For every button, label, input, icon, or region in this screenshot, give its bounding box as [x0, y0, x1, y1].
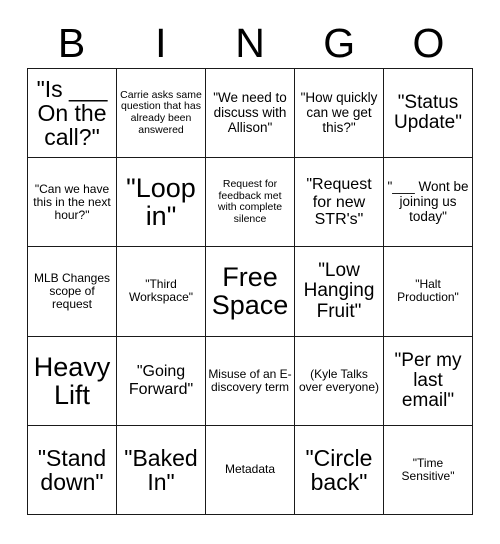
bingo-header-row: B I N G O — [27, 18, 473, 68]
bingo-cell-r2c5[interactable]: "___ Wont be joining us today" — [384, 158, 473, 248]
bingo-cell-label: "Low Hanging Fruit" — [303, 260, 380, 322]
bingo-cell-label: "___ Wont be joining us today" — [387, 179, 473, 224]
bingo-free-space-label: Free Space — [211, 262, 289, 321]
bingo-cell-r3c2[interactable]: "Third Workspace" — [117, 247, 206, 337]
bingo-cell-label: "How quickly can we get this?" — [300, 89, 382, 135]
bingo-cell-r5c3[interactable]: Metadata — [206, 425, 295, 515]
bingo-cell-label: "Stand down" — [37, 444, 113, 495]
bingo-cell-label: Metadata — [224, 462, 276, 477]
bingo-cell-label: Misuse of an E-discovery term — [208, 366, 292, 394]
bingo-cell-r5c2[interactable]: "Baked In" — [117, 425, 206, 515]
bingo-cell-free-space[interactable]: Free Space — [206, 247, 295, 337]
bingo-cell-r1c1[interactable]: "Is ___ On the call?" — [28, 69, 117, 159]
bingo-cell-r2c1[interactable]: "Can we have this in the next hour?" — [28, 158, 117, 248]
bingo-header-letter-b: B — [57, 19, 86, 66]
bingo-cell-label: "Circle back" — [305, 444, 379, 495]
bingo-cell-label: "Third Workspace" — [128, 277, 194, 305]
bingo-grid: "Is ___ On the call?" Carrie asks same q… — [27, 68, 473, 515]
bingo-header-letter-n: N — [235, 19, 265, 66]
bingo-header-letter-g: G — [323, 19, 356, 66]
bingo-cell-r4c5[interactable]: "Per my last email" — [384, 336, 473, 426]
bingo-cell-r4c1[interactable]: Heavy Lift — [28, 336, 117, 426]
bingo-cell-r2c2[interactable]: "Loop in" — [117, 158, 206, 248]
bingo-cell-label: "Loop in" — [126, 173, 204, 232]
bingo-cell-r4c3[interactable]: Misuse of an E-discovery term — [206, 336, 295, 426]
bingo-cell-r4c2[interactable]: "Going Forward" — [117, 336, 206, 426]
bingo-cell-r3c5[interactable]: "Halt Production" — [384, 247, 473, 337]
bingo-cell-r2c4[interactable]: "Request for new STR's" — [295, 158, 384, 248]
bingo-cell-r1c4[interactable]: "How quickly can we get this?" — [295, 69, 384, 159]
bingo-cell-label: "Can we have this in the next hour?" — [33, 181, 115, 222]
bingo-cell-label: "Halt Production" — [397, 277, 459, 305]
bingo-cell-label: "Per my last email" — [394, 349, 467, 411]
bingo-cell-label: Carrie asks same question that has alrea… — [120, 88, 205, 136]
bingo-header-letter-o: O — [412, 19, 445, 66]
bingo-cell-label: (Kyle Talks over everyone) — [298, 366, 380, 394]
bingo-cell-r1c2[interactable]: Carrie asks same question that has alrea… — [117, 69, 206, 159]
bingo-cell-label: "Is ___ On the call?" — [36, 75, 114, 151]
bingo-cell-r1c5[interactable]: "Status Update" — [384, 69, 473, 159]
bingo-cell-label: Heavy Lift — [33, 351, 111, 410]
bingo-cell-r5c4[interactable]: "Circle back" — [295, 425, 384, 515]
bingo-card: B I N G O "Is ___ On the call?" Carrie a… — [0, 0, 500, 544]
bingo-cell-r5c5[interactable]: "Time Sensitive" — [384, 425, 473, 515]
bingo-cell-r2c3[interactable]: Request for feedback met with complete s… — [206, 158, 295, 248]
bingo-header-letter-i: I — [155, 19, 167, 66]
bingo-cell-r3c4[interactable]: "Low Hanging Fruit" — [295, 247, 384, 337]
bingo-cell-label: "Request for new STR's" — [306, 176, 377, 228]
bingo-cell-r5c1[interactable]: "Stand down" — [28, 425, 117, 515]
bingo-cell-r4c4[interactable]: (Kyle Talks over everyone) — [295, 336, 384, 426]
bingo-cell-label: "Time Sensitive" — [401, 455, 455, 483]
bingo-cell-label: "Status Update" — [393, 91, 464, 134]
bingo-cell-r3c1[interactable]: MLB Changes scope of request — [28, 247, 117, 337]
bingo-cell-label: MLB Changes scope of request — [33, 270, 114, 312]
bingo-cell-label: "We need to discuss with Allison" — [213, 89, 291, 135]
bingo-cell-label: Request for feedback met with complete s… — [217, 177, 286, 226]
bingo-cell-label: "Baked In" — [124, 444, 205, 495]
bingo-cell-r1c3[interactable]: "We need to discuss with Allison" — [206, 69, 295, 159]
bingo-cell-label: "Going Forward" — [128, 363, 194, 398]
